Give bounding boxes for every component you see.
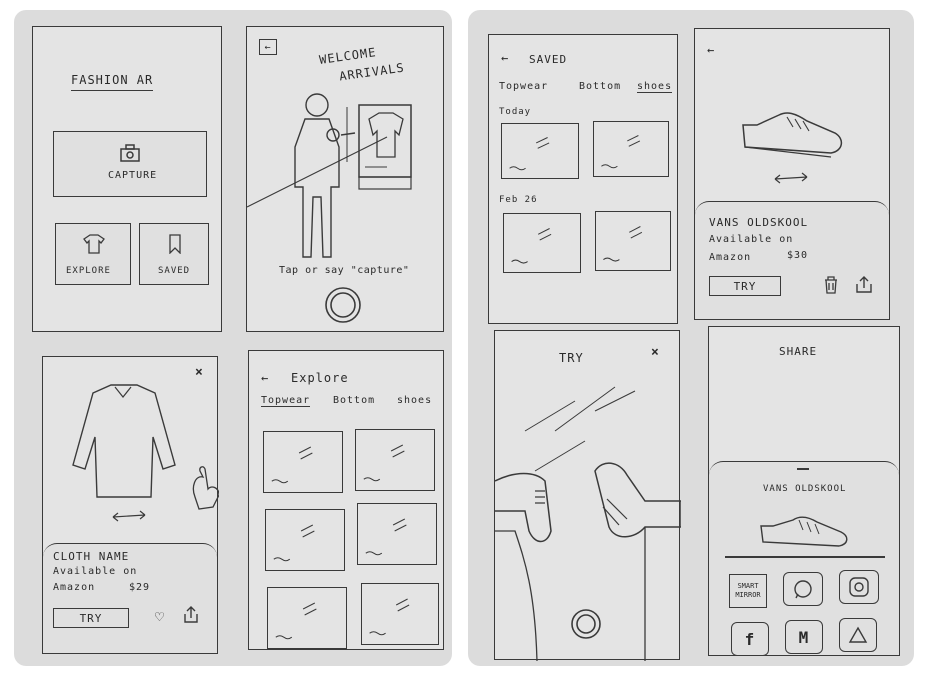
explore-back-arrow[interactable]: ← bbox=[261, 371, 269, 385]
tab-shoes[interactable]: shoes bbox=[397, 395, 432, 406]
shirt-sketch bbox=[72, 384, 219, 522]
placeholder-marks bbox=[275, 602, 317, 640]
explore-title: Explore bbox=[291, 371, 349, 385]
sketch-sheet-right: ← SAVED Topwear Bottom shoes Today Feb 2… bbox=[468, 10, 914, 666]
divider bbox=[725, 556, 885, 558]
saved-thumb[interactable] bbox=[501, 123, 579, 179]
available-on: Available on bbox=[53, 566, 138, 577]
placeholder-marks bbox=[365, 518, 407, 556]
product-thumb[interactable] bbox=[265, 509, 345, 571]
group-feb26: Feb 26 bbox=[499, 195, 538, 205]
shoe-name: VANS OLDSKOOL bbox=[709, 216, 809, 229]
welcome-screen: ← WELCOME ARRIVALS Tap or say "capture" bbox=[246, 26, 444, 332]
heart-icon[interactable]: ♡ bbox=[155, 608, 165, 626]
saved-thumb[interactable] bbox=[595, 211, 671, 271]
sheet-handle bbox=[797, 468, 809, 470]
home-screen: FASHION AR CAPTURE EXPLORE SAVED bbox=[32, 26, 222, 332]
try-button[interactable]: TRY bbox=[709, 276, 781, 296]
share-screen: SHARE VANS OLDSKOOL SMART MIRROR f M bbox=[708, 326, 900, 656]
shoe-sketch bbox=[760, 516, 848, 547]
share-icon[interactable] bbox=[855, 276, 873, 294]
smart-mirror-button[interactable]: SMART MIRROR bbox=[729, 574, 767, 608]
available-on: Available on bbox=[709, 234, 794, 245]
tab-bottom[interactable]: Bottom bbox=[333, 395, 375, 406]
camera-icon bbox=[120, 144, 140, 162]
placeholder-marks bbox=[363, 444, 405, 482]
try-screen: TRY × bbox=[494, 330, 681, 661]
capture-label: CAPTURE bbox=[108, 170, 158, 181]
share-title: SHARE bbox=[779, 345, 818, 358]
saved-back-arrow[interactable]: ← bbox=[501, 51, 509, 65]
product-thumb[interactable] bbox=[263, 431, 343, 493]
instagram-icon[interactable] bbox=[839, 570, 879, 604]
cloth-name: CLOTH NAME bbox=[53, 550, 130, 563]
placeholder-marks bbox=[603, 226, 643, 262]
share-icon[interactable] bbox=[183, 606, 199, 624]
try-button[interactable]: TRY bbox=[53, 608, 129, 628]
shoe-info-card: VANS OLDSKOOL Available on Amazon $30 TR… bbox=[695, 201, 889, 319]
bookmark-icon bbox=[169, 234, 181, 254]
saved-thumb[interactable] bbox=[593, 121, 669, 177]
explore-label: EXPLORE bbox=[66, 266, 111, 276]
shoe-price: $30 bbox=[787, 250, 809, 261]
capture-hint: Tap or say "capture" bbox=[279, 265, 410, 276]
placeholder-marks bbox=[273, 524, 315, 562]
cloth-detail-screen: × CLOTH NAME Available on Amazon $29 TRY… bbox=[42, 356, 219, 654]
cloth-info-card: CLOTH NAME Available on Amazon $29 TRY ♡ bbox=[43, 543, 217, 653]
placeholder-marks bbox=[601, 135, 641, 169]
tab-shoes[interactable]: shoes bbox=[637, 81, 673, 93]
app-title: FASHION AR bbox=[71, 73, 154, 91]
tab-bottom[interactable]: Bottom bbox=[579, 81, 621, 92]
saved-screen: ← SAVED Topwear Bottom shoes Today Feb 2… bbox=[488, 34, 678, 324]
shoe-sketch bbox=[742, 112, 843, 184]
product-thumb[interactable] bbox=[355, 429, 435, 491]
sketch-sheet-left: FASHION AR CAPTURE EXPLORE SAVED ← WELCO… bbox=[14, 10, 452, 666]
cloth-price: $29 bbox=[129, 582, 151, 593]
share-product-name: VANS OLDSKOOL bbox=[763, 484, 847, 494]
drive-icon[interactable] bbox=[839, 618, 877, 652]
trash-icon[interactable] bbox=[823, 276, 839, 294]
placeholder-marks bbox=[369, 598, 410, 636]
share-sheet: VANS OLDSKOOL SMART MIRROR f M bbox=[709, 461, 899, 656]
placeholder-marks bbox=[511, 228, 552, 264]
placeholder-marks bbox=[271, 446, 313, 484]
tab-topwear[interactable]: Topwear bbox=[261, 395, 311, 407]
facebook-icon[interactable]: f bbox=[731, 622, 769, 656]
whatsapp-icon[interactable] bbox=[783, 572, 823, 606]
capture-button[interactable]: CAPTURE bbox=[53, 131, 207, 197]
store-link[interactable]: Amazon bbox=[709, 252, 751, 263]
placeholder-marks bbox=[509, 137, 550, 171]
explore-screen: ← Explore Topwear Bottom shoes bbox=[248, 350, 444, 650]
shoe-detail-screen: ← VANS OLDSKOOL Available on Amazon $30 … bbox=[694, 28, 890, 320]
tab-topwear[interactable]: Topwear bbox=[499, 81, 548, 92]
gmail-icon[interactable]: M bbox=[785, 620, 823, 654]
shutter-button[interactable] bbox=[323, 285, 363, 325]
product-thumb[interactable] bbox=[267, 587, 347, 649]
product-thumb[interactable] bbox=[357, 503, 437, 565]
group-today: Today bbox=[499, 107, 532, 117]
tshirt-icon bbox=[83, 234, 105, 254]
saved-title: SAVED bbox=[529, 53, 568, 66]
saved-thumb[interactable] bbox=[503, 213, 581, 273]
explore-button[interactable]: EXPLORE bbox=[55, 223, 131, 285]
shutter-button[interactable] bbox=[569, 607, 603, 641]
store-link[interactable]: Amazon bbox=[53, 582, 95, 593]
saved-label: SAVED bbox=[158, 266, 191, 276]
saved-button[interactable]: SAVED bbox=[139, 223, 209, 285]
product-thumb[interactable] bbox=[361, 583, 439, 645]
